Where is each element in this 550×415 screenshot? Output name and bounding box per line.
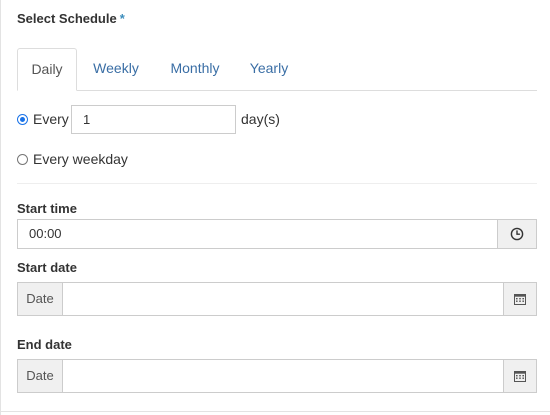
- every-weekday-radio[interactable]: [17, 154, 28, 165]
- end-date-prefix: Date: [17, 359, 63, 393]
- start-date-label: Start date: [17, 260, 77, 275]
- start-date-picker-button[interactable]: [503, 282, 537, 316]
- end-date-picker-button[interactable]: [503, 359, 537, 393]
- end-date-input[interactable]: [62, 359, 504, 393]
- section-divider: [17, 183, 537, 184]
- every-days-radio[interactable]: [17, 114, 28, 125]
- tab-monthly[interactable]: Monthly: [160, 48, 230, 89]
- schedule-tabs: Daily Weekly Monthly Yearly: [17, 48, 537, 91]
- tab-daily[interactable]: Daily: [17, 48, 77, 91]
- start-time-input[interactable]: 00:00: [17, 219, 498, 249]
- every-days-label: Every: [33, 111, 69, 127]
- start-date-input[interactable]: [62, 282, 504, 316]
- bottom-border: [0, 411, 550, 412]
- start-time-label: Start time: [17, 201, 77, 216]
- start-date-prefix: Date: [17, 282, 63, 316]
- left-border: [0, 0, 1, 415]
- every-days-input[interactable]: 1: [71, 105, 236, 134]
- days-unit-label: day(s): [241, 111, 280, 127]
- schedule-title-text: Select Schedule: [17, 11, 117, 26]
- clock-icon: [510, 227, 524, 241]
- schedule-title: Select Schedule *: [17, 11, 125, 26]
- calendar-icon: [514, 294, 526, 305]
- calendar-icon: [514, 371, 526, 382]
- tab-yearly[interactable]: Yearly: [240, 48, 298, 89]
- end-date-label: End date: [17, 337, 72, 352]
- every-weekday-label: Every weekday: [33, 151, 128, 167]
- start-time-picker-button[interactable]: [497, 219, 537, 249]
- required-marker: *: [119, 11, 125, 26]
- tab-weekly[interactable]: Weekly: [81, 48, 151, 89]
